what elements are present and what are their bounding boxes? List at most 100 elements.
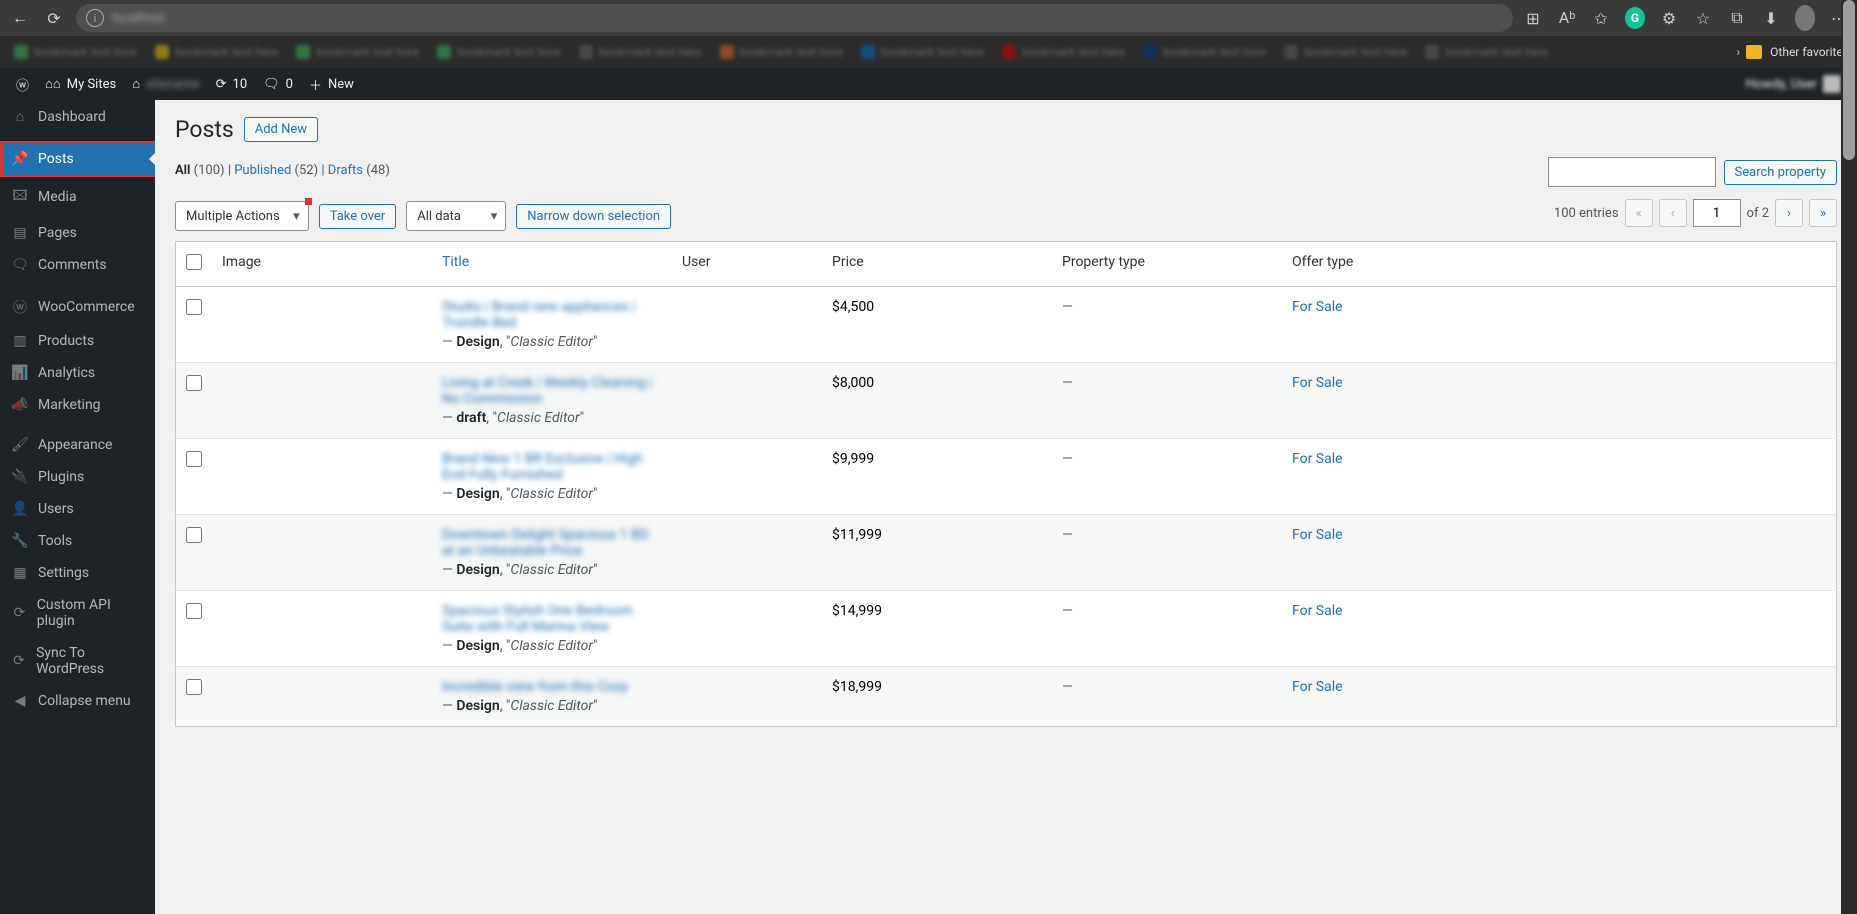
- downloads-icon[interactable]: ⬇: [1761, 9, 1781, 28]
- page-prev[interactable]: ‹: [1659, 199, 1687, 227]
- row-title-link[interactable]: Spacious Stylish One Bedroom Suite with …: [442, 603, 662, 635]
- sidebar-item-plugins[interactable]: 🔌Plugins: [0, 461, 155, 493]
- row-checkbox[interactable]: [186, 299, 202, 315]
- sidebar-item-label: Products: [38, 333, 94, 349]
- info-icon[interactable]: i: [86, 9, 104, 27]
- profile-icon[interactable]: [1795, 5, 1815, 31]
- bookmark-item[interactable]: bookmark text here: [1419, 43, 1554, 61]
- sidebar-item-pages[interactable]: ▤Pages: [0, 217, 155, 249]
- row-checkbox[interactable]: [186, 451, 202, 467]
- sidebar-item-label: Posts: [38, 151, 74, 167]
- row-property-type: —: [1062, 299, 1073, 315]
- row-title-meta: — Design, "Classic Editor": [442, 638, 597, 654]
- row-offer-type[interactable]: For Sale: [1292, 603, 1343, 619]
- sidebar-item-marketing[interactable]: 📣Marketing: [0, 389, 155, 421]
- sync-icon: ⟳: [10, 653, 28, 669]
- page-current-input[interactable]: [1693, 199, 1741, 227]
- add-new-button[interactable]: Add New: [244, 117, 318, 142]
- favorites-bar-icon[interactable]: ☆: [1693, 9, 1713, 28]
- grammarly-icon[interactable]: G: [1625, 7, 1645, 29]
- sidebar-item-appearance[interactable]: 🖌Appearance: [0, 429, 155, 461]
- sidebar-item-woocommerce[interactable]: ⓦWooCommerce: [0, 289, 155, 325]
- sidebar-item-label: Analytics: [38, 365, 95, 381]
- sidebar-item-analytics[interactable]: 📊Analytics: [0, 357, 155, 389]
- filter-drafts[interactable]: Drafts: [328, 163, 363, 178]
- user-greeting[interactable]: Howdy, User: [1738, 68, 1849, 100]
- read-aloud-icon[interactable]: Aᵇ: [1557, 8, 1577, 28]
- row-offer-type[interactable]: For Sale: [1292, 527, 1343, 543]
- comments-bubble[interactable]: 🗨 0: [255, 68, 301, 100]
- address-bar[interactable]: i localhost: [76, 4, 1513, 32]
- row-title-link[interactable]: Studio | Brand new appliances | Trundle …: [442, 299, 662, 331]
- row-property-type: —: [1062, 527, 1073, 543]
- site-home[interactable]: ⌂ sitename: [124, 68, 207, 100]
- bulk-actions-select[interactable]: Multiple Actions: [175, 201, 309, 231]
- bookmark-item[interactable]: bookmark text here: [431, 43, 566, 61]
- col-price: Price: [822, 242, 1052, 287]
- favorite-icon[interactable]: ✩: [1591, 9, 1611, 28]
- search-input[interactable]: [1548, 157, 1716, 187]
- bookmark-item[interactable]: bookmark text here: [1137, 43, 1272, 61]
- back-icon[interactable]: ←: [8, 6, 32, 30]
- row-checkbox[interactable]: [186, 527, 202, 543]
- filter-all[interactable]: All: [175, 163, 190, 178]
- new-content[interactable]: ＋ New: [301, 68, 362, 100]
- row-title-link[interactable]: Downtown Delight Spacious 1 BD at an Unb…: [442, 527, 662, 559]
- sidebar-item-posts[interactable]: 📌Posts: [0, 141, 155, 177]
- take-over-button[interactable]: Take over: [319, 204, 397, 229]
- sidebar-item-sync[interactable]: ⟳Sync To WordPress: [0, 637, 155, 685]
- bookmark-item[interactable]: bookmark text here: [996, 43, 1131, 61]
- other-favorites-label: Other favorites: [1770, 45, 1849, 59]
- bookmark-item[interactable]: bookmark text here: [290, 43, 425, 61]
- sidebar-item-users[interactable]: 👤Users: [0, 493, 155, 525]
- sidebar-item-settings[interactable]: ▦Settings: [0, 557, 155, 589]
- row-title-link[interactable]: Living at Creek | Weekly Cleaning | No C…: [442, 375, 662, 407]
- wp-logo[interactable]: ⓦ: [8, 68, 37, 100]
- filter-published[interactable]: Published: [234, 163, 291, 178]
- row-offer-type[interactable]: For Sale: [1292, 299, 1343, 315]
- sidebar-item-media[interactable]: 🖾Media: [0, 177, 155, 217]
- table-row: Incredible view from this Cozy — Design,…: [176, 667, 1837, 727]
- row-offer-type[interactable]: For Sale: [1292, 375, 1343, 391]
- row-checkbox[interactable]: [186, 679, 202, 695]
- grid-icon[interactable]: ⊞: [1523, 9, 1543, 28]
- sidebar-item-customapi[interactable]: ⟳Custom API plugin: [0, 589, 155, 637]
- row-offer-type[interactable]: For Sale: [1292, 451, 1343, 467]
- row-checkbox[interactable]: [186, 375, 202, 391]
- row-offer-type[interactable]: For Sale: [1292, 679, 1343, 695]
- scrollbar-thumb[interactable]: [1843, 0, 1855, 160]
- collections-icon[interactable]: ⧉: [1727, 8, 1747, 28]
- bookmark-item[interactable]: bookmark text here: [1278, 43, 1413, 61]
- refresh-icon[interactable]: ⟳: [42, 6, 66, 30]
- col-title[interactable]: Title: [442, 254, 469, 270]
- sidebar-item-dashboard[interactable]: ⌂Dashboard: [0, 100, 155, 133]
- table-row: Brand New 1 BR Exclusive | High End Full…: [176, 439, 1837, 515]
- page-last[interactable]: »: [1809, 199, 1837, 227]
- row-title-link[interactable]: Brand New 1 BR Exclusive | High End Full…: [442, 451, 662, 483]
- updates[interactable]: ⟳ 10: [208, 68, 256, 100]
- bookmark-item[interactable]: bookmark text here: [573, 43, 708, 61]
- bookmark-item[interactable]: bookmark text here: [714, 43, 849, 61]
- page-next[interactable]: ›: [1775, 199, 1803, 227]
- row-checkbox[interactable]: [186, 603, 202, 619]
- search-button[interactable]: Search property: [1724, 160, 1837, 185]
- sidebar-item-products[interactable]: ▥Products: [0, 325, 155, 357]
- sidebar-item-comments[interactable]: 🗨Comments: [0, 249, 155, 281]
- sidebar-item-tools[interactable]: 🔧Tools: [0, 525, 155, 557]
- bookmark-item[interactable]: bookmark text here: [855, 43, 990, 61]
- narrow-selection-button[interactable]: Narrow down selection: [516, 204, 671, 229]
- bookmark-item[interactable]: bookmark text here: [149, 43, 284, 61]
- bookmark-item[interactable]: bookmark text here: [8, 43, 143, 61]
- other-favorites[interactable]: Other favorites: [1746, 45, 1849, 59]
- page-first[interactable]: «: [1625, 199, 1653, 227]
- extensions-icon[interactable]: ⚙: [1659, 9, 1679, 28]
- select-all-checkbox[interactable]: [186, 254, 202, 270]
- my-sites[interactable]: ⌂⌂ My Sites: [37, 68, 124, 100]
- all-data-select[interactable]: All data: [406, 201, 506, 231]
- scrollbar-rail: [1841, 0, 1857, 914]
- table-row: Living at Creek | Weekly Cleaning | No C…: [176, 363, 1837, 439]
- bookmarks-overflow-icon[interactable]: ›: [1737, 45, 1741, 59]
- row-title-link[interactable]: Incredible view from this Cozy: [442, 679, 662, 695]
- sidebar-item-collapse[interactable]: ◀Collapse menu: [0, 685, 155, 717]
- page-of-label: of 2: [1747, 206, 1769, 221]
